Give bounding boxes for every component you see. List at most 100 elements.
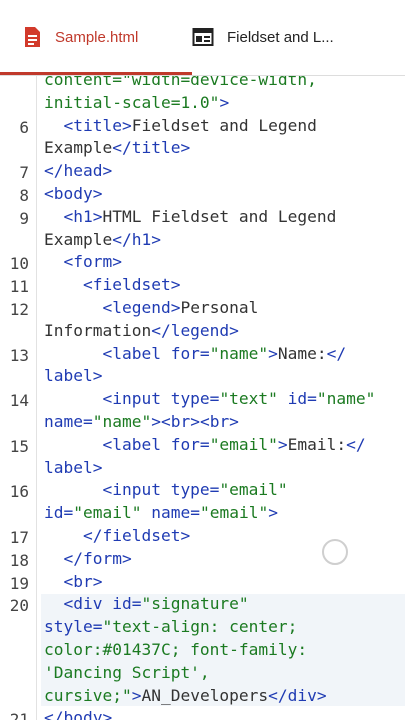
code-row: style="text-align: center;: [44, 616, 297, 639]
code-row: label>: [44, 365, 102, 388]
line-number: 17: [9, 528, 29, 547]
code-string: "email": [73, 503, 142, 523]
code-row: <body>: [44, 183, 102, 206]
code-row: <input type="email": [44, 479, 288, 502]
code-tag: </h1>: [112, 229, 161, 249]
touch-indicator-icon: [322, 539, 348, 565]
tab-bar: Sample.html Fieldset and L...: [0, 0, 405, 76]
code-row: <form>: [44, 251, 122, 274]
line-number: 18: [9, 550, 29, 570]
code-tag: <form>: [44, 252, 122, 272]
code-text: Example: [44, 138, 113, 158]
code-text: Fieldset and Legend: [131, 115, 317, 135]
code-row: <input type="text" id="name": [44, 388, 375, 411]
code-string: 'Dancing Script',: [44, 662, 210, 682]
line-number: 6: [19, 117, 29, 137]
code-text: Personal: [180, 298, 259, 317]
code-tag: name=: [44, 412, 93, 431]
code-row: <label for="name">Name:</: [44, 343, 346, 366]
code-tag: </legend>: [151, 320, 239, 340]
code-string: "name": [209, 343, 269, 363]
code-tag: style=: [44, 617, 103, 637]
code-tag: </div>: [268, 685, 327, 705]
code-string: content="width=device-width,: [44, 76, 317, 89]
line-number: 12: [9, 300, 29, 319]
code-row: </body>: [44, 707, 112, 720]
code-tag: >: [268, 503, 278, 523]
code-row: <br>: [44, 571, 102, 594]
code-row: name="name"><br><br>: [44, 411, 239, 434]
code-row: </head>: [44, 160, 112, 183]
code-row: label>: [44, 457, 102, 480]
code-tag: name=: [141, 503, 200, 523]
code-row: <h1>HTML Fieldset and Legend: [44, 206, 336, 229]
code-tag: <input type=: [44, 389, 220, 409]
code-tag: label>: [44, 366, 103, 386]
code-text: HTML Fieldset and Legend: [102, 206, 337, 226]
code-tag: >: [131, 685, 142, 705]
code-tag: <label for=: [44, 434, 210, 454]
code-row: color:#01437C; font-family:: [44, 639, 307, 662]
code-row: <title>Fieldset and Legend: [44, 115, 317, 138]
line-number: 13: [9, 345, 29, 365]
code-editor[interactable]: content="width=device-width, initial-scal…: [0, 76, 405, 720]
code-row: cursive;">AN_Developers</div>: [44, 685, 327, 708]
line-number: 7: [19, 163, 29, 183]
code-tag: </fieldset>: [44, 526, 191, 545]
tab-label: Fieldset and L...: [227, 28, 334, 46]
code-text: Example: [44, 229, 113, 249]
code-string: "name": [92, 412, 152, 431]
code-tag: <title>: [44, 115, 132, 135]
code-tag: >: [268, 343, 278, 363]
code-tag: </form>: [44, 548, 132, 568]
code-row: </form>: [44, 548, 132, 571]
browser-window-icon: [192, 28, 214, 46]
code-string: "name": [316, 389, 376, 409]
code-text: Email:: [287, 434, 347, 454]
code-row: <legend>Personal: [44, 297, 258, 320]
code-row: <fieldset>: [44, 274, 180, 297]
code-tag: label>: [44, 457, 103, 477]
line-number: 9: [19, 208, 29, 228]
code-row: content="width=device-width,: [44, 76, 317, 92]
code-text: Information: [44, 320, 152, 340]
code-string: "email": [219, 480, 288, 500]
line-number: 10: [9, 254, 29, 274]
code-row: initial-scale=1.0">: [44, 92, 229, 115]
code-string: "email": [199, 503, 269, 523]
line-number: 11: [9, 277, 29, 297]
code-tag: </body>: [44, 708, 113, 720]
code-tag: <label for=: [44, 343, 210, 363]
code-tag: <div id=: [44, 594, 142, 614]
code-tag: <h1>: [44, 206, 103, 226]
code-string: "text": [219, 389, 278, 409]
code-tag: <body>: [44, 184, 103, 203]
code-row: <div id="signature": [44, 593, 248, 616]
code-row: <label for="email">Email:</: [44, 434, 365, 457]
code-tag: <input type=: [44, 480, 220, 500]
code-tag: </: [326, 343, 347, 363]
code-string: "email": [209, 434, 278, 454]
code-tag: >: [219, 92, 230, 112]
line-number: 16: [9, 482, 29, 502]
code-tag: <fieldset>: [44, 275, 181, 295]
line-number: 8: [19, 186, 29, 205]
tab-sample-html[interactable]: Sample.html: [0, 0, 192, 74]
tab-preview[interactable]: Fieldset and L...: [192, 0, 405, 74]
line-number: 21: [9, 710, 29, 720]
code-row: </fieldset>: [44, 525, 190, 548]
code-tag: >: [277, 434, 288, 454]
code-tag: id=: [44, 503, 74, 523]
code-row: Example</title>: [44, 137, 190, 160]
code-row: Information</legend>: [44, 320, 239, 343]
line-number: 15: [9, 436, 29, 456]
code-string: "text-align: center;: [102, 617, 298, 637]
code-tag: </head>: [44, 161, 113, 181]
code-tag: <br>: [44, 571, 103, 591]
code-tag: ><br><br>: [151, 412, 239, 431]
code-string: initial-scale=1.0": [44, 92, 220, 112]
line-number: 14: [9, 391, 29, 411]
html-file-icon: [25, 27, 40, 47]
code-row: 'Dancing Script',: [44, 662, 210, 685]
code-row: id="email" name="email">: [44, 502, 278, 525]
